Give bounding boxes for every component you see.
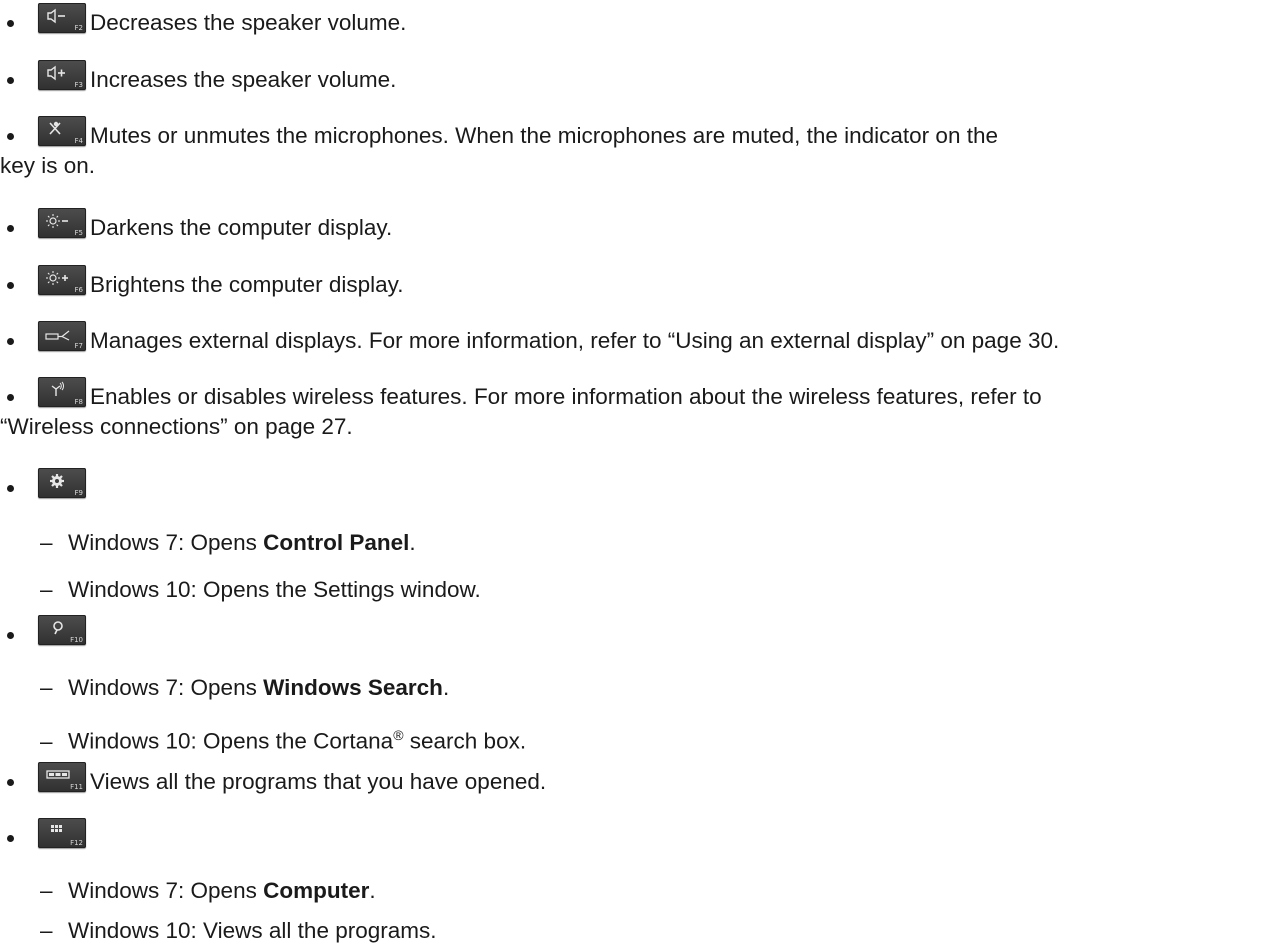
- bullet: [7, 133, 14, 140]
- dash: –: [40, 675, 53, 700]
- bullet: [7, 835, 14, 842]
- bullet: [7, 20, 14, 27]
- sub-item-text: Windows 7: Opens: [68, 530, 264, 555]
- key-f5: F5: [38, 208, 86, 238]
- sub-item: – Windows 7: Opens Windows Search.: [40, 673, 449, 703]
- bullet: [7, 779, 14, 786]
- volume-down-icon: [47, 8, 65, 24]
- key-description: Mutes or unmutes the microphones. When t…: [90, 123, 998, 148]
- dash: –: [40, 530, 53, 555]
- sub-item: – Windows 7: Opens Control Panel.: [40, 528, 416, 558]
- key-f10: F10: [38, 615, 86, 645]
- sub-item-bold: Computer: [263, 878, 370, 903]
- bullet: [7, 225, 14, 232]
- sub-item-text: Windows 10: Views all the programs.: [68, 918, 437, 943]
- key-f9: F9: [38, 468, 86, 498]
- key-f3: F3: [38, 60, 86, 90]
- sub-item-text: Windows 10: Opens the Settings window.: [68, 577, 481, 602]
- key-label: F11: [70, 783, 83, 791]
- key-f7: F7: [38, 321, 86, 351]
- dash: –: [40, 728, 53, 754]
- settings-gear-icon: [50, 474, 64, 488]
- key-description: Views all the programs that you have ope…: [90, 769, 547, 794]
- sub-item-text: Windows 7: Opens: [68, 878, 264, 903]
- bullet: [7, 282, 14, 289]
- sub-item: – Windows 10: Opens the Settings window.: [40, 575, 481, 605]
- key-label: F10: [70, 636, 83, 644]
- key-label: F3: [74, 81, 83, 89]
- key-description: Darkens the computer display.: [90, 215, 393, 240]
- key-label: F12: [70, 839, 83, 847]
- key-label: F2: [74, 24, 83, 32]
- wireless-icon: [51, 381, 64, 396]
- brightness-up-icon: [46, 271, 68, 285]
- key-f4: F4: [38, 116, 86, 146]
- key-label: F8: [74, 398, 83, 406]
- sub-item-suffix: search box.: [403, 728, 527, 754]
- key-label: F6: [74, 286, 83, 294]
- microphone-mute-icon: [49, 121, 61, 135]
- bullet: [7, 485, 14, 492]
- bullet: [7, 394, 14, 401]
- sub-item-suffix: .: [442, 675, 450, 700]
- key-description: Brightens the computer display.: [90, 272, 404, 297]
- dash: –: [40, 918, 53, 943]
- key-f6: F6: [38, 265, 86, 295]
- sub-item-suffix: .: [369, 878, 376, 903]
- search-icon: [53, 621, 63, 635]
- sub-item-text: Windows 7: Opens: [68, 675, 264, 700]
- apps-grid-icon: [51, 825, 62, 832]
- sub-item: – Windows 7: Opens Computer.: [40, 876, 376, 906]
- key-description-continued: “Wireless connections” on page 27.: [0, 414, 353, 439]
- key-description: Increases the speaker volume.: [90, 67, 397, 92]
- sub-item-suffix: .: [409, 530, 416, 555]
- dash: –: [40, 878, 53, 903]
- key-f8: F8: [38, 377, 86, 407]
- sub-item: – Windows 10: Opens the Cortana® search b…: [40, 720, 526, 757]
- bullet: [7, 632, 14, 639]
- sub-item-text: Windows 10: Opens the Cortana: [68, 728, 394, 754]
- volume-up-icon: [47, 65, 65, 81]
- key-description: Manages external displays. For more info…: [90, 328, 1060, 353]
- key-label: F9: [74, 489, 83, 497]
- sub-item-bold: Windows Search: [263, 675, 443, 700]
- brightness-down-icon: [46, 214, 68, 228]
- sub-item: – Windows 10: Views all the programs.: [40, 916, 437, 946]
- key-label: F7: [74, 342, 83, 350]
- dash: –: [40, 577, 53, 602]
- task-view-icon: [46, 770, 70, 779]
- function-keys-list: F2 Decreases the speaker volume. F3 Incr…: [0, 0, 1287, 949]
- registered-mark: ®: [393, 727, 404, 743]
- bullet: [7, 338, 14, 345]
- key-label: F4: [74, 137, 83, 145]
- sub-item-bold: Control Panel: [263, 530, 410, 555]
- key-f11: F11: [38, 762, 86, 792]
- key-description: Decreases the speaker volume.: [90, 10, 407, 35]
- external-display-icon: [45, 330, 70, 341]
- key-description: Enables or disables wireless features. F…: [90, 384, 1042, 409]
- key-f12: F12: [38, 818, 86, 848]
- bullet: [7, 77, 14, 84]
- key-f2: F2: [38, 3, 86, 33]
- key-description-continued: key is on.: [0, 153, 96, 178]
- key-label: F5: [74, 229, 83, 237]
